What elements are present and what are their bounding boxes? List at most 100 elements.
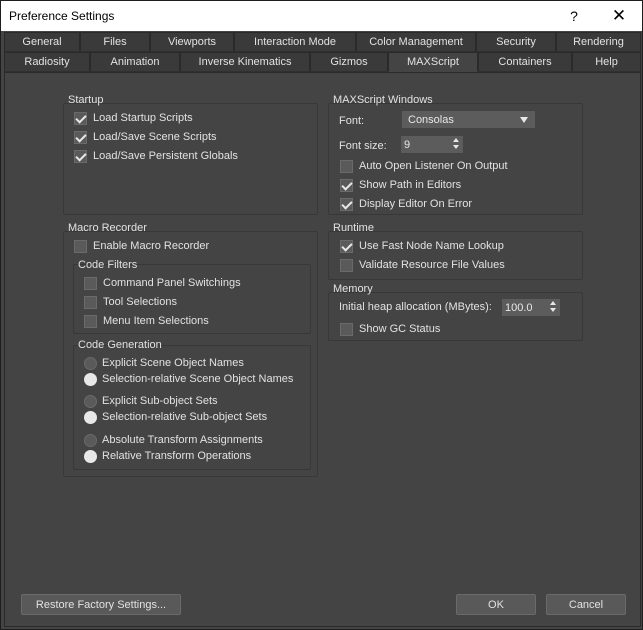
checkbox-label: Load Startup Scripts <box>93 112 193 124</box>
load-save-scene-scripts-checkbox[interactable]: Load/Save Scene Scripts <box>74 129 217 145</box>
radio-label: Relative Transform Operations <box>102 450 252 462</box>
load-save-persistent-globals-checkbox[interactable]: Load/Save Persistent Globals <box>74 148 238 164</box>
tab-general[interactable]: General <box>4 32 80 52</box>
checkbox-label: Command Panel Switchings <box>103 277 241 289</box>
display-editor-on-error-checkbox[interactable]: Display Editor On Error <box>340 196 472 212</box>
selection-relative-sub-object-sets-radio[interactable]: Selection-relative Sub-object Sets <box>84 409 267 425</box>
spinner-arrows-icon[interactable] <box>453 138 461 151</box>
radio-dot <box>84 356 97 370</box>
radio-dot <box>84 433 97 447</box>
font-dropdown-value: Consolas <box>408 113 454 126</box>
code-generation-title: Code Generation <box>78 339 162 351</box>
tab-radiosity[interactable]: Radiosity <box>4 52 90 72</box>
checkbox-label: Use Fast Node Name Lookup <box>359 240 504 252</box>
tab-maxscript[interactable]: MAXScript <box>388 52 478 72</box>
checkbox-label: Show Path in Editors <box>359 179 462 191</box>
checkbox-box <box>340 159 353 173</box>
tab-security[interactable]: Security <box>476 32 556 52</box>
tab-rendering[interactable]: Rendering <box>556 32 641 52</box>
command-panel-switchings-checkbox[interactable]: Command Panel Switchings <box>84 275 241 291</box>
tab-viewports[interactable]: Viewports <box>150 32 234 52</box>
memory-title: Memory <box>333 283 373 295</box>
radio-label: Selection-relative Sub-object Sets <box>102 411 268 423</box>
font-size-spinner[interactable]: 9 <box>401 136 463 153</box>
heap-allocation-spinner[interactable]: 100.0 <box>502 299 560 316</box>
menu-item-selections-checkbox[interactable]: Menu Item Selections <box>84 313 209 329</box>
code-filters-title: Code Filters <box>78 259 138 271</box>
selection-relative-scene-object-names-radio[interactable]: Selection-relative Scene Object Names <box>84 371 293 387</box>
tab-row-2: Radiosity Animation Inverse Kinematics G… <box>4 52 641 72</box>
checkbox-box <box>340 239 353 253</box>
window-title: Preference Settings <box>9 9 115 23</box>
checkbox-box <box>84 276 97 290</box>
checkbox-box <box>74 130 87 144</box>
checkbox-box <box>74 149 87 163</box>
checkbox-box <box>340 322 353 336</box>
checkbox-label: Show GC Status <box>359 323 441 335</box>
checkbox-box <box>340 197 353 211</box>
spinner-arrows-icon[interactable] <box>550 301 558 314</box>
tab-gizmos[interactable]: Gizmos <box>310 52 388 72</box>
use-fast-node-name-lookup-checkbox[interactable]: Use Fast Node Name Lookup <box>340 238 504 254</box>
checkbox-box <box>340 258 353 272</box>
maxscript-windows-title: MAXScript Windows <box>333 94 433 106</box>
tab-color-management[interactable]: Color Management <box>356 32 476 52</box>
tab-help[interactable]: Help <box>572 52 641 72</box>
startup-title: Startup <box>68 94 104 106</box>
font-size-label: Font size: <box>339 140 387 152</box>
enable-macro-recorder-checkbox[interactable]: Enable Macro Recorder <box>74 238 209 254</box>
auto-open-listener-checkbox[interactable]: Auto Open Listener On Output <box>340 158 508 174</box>
checkbox-label: Menu Item Selections <box>103 315 209 327</box>
tab-interaction-mode[interactable]: Interaction Mode <box>234 32 356 52</box>
title-bar: Preference Settings ? ✕ <box>1 1 642 31</box>
checkbox-box <box>84 314 97 328</box>
chevron-down-icon <box>520 117 528 123</box>
checkbox-box <box>340 178 353 192</box>
checkbox-label: Load/Save Persistent Globals <box>93 150 238 162</box>
tab-row-1: General Files Viewports Interaction Mode… <box>4 32 641 52</box>
checkbox-box <box>74 239 87 253</box>
tab-files[interactable]: Files <box>80 32 150 52</box>
explicit-sub-object-sets-radio[interactable]: Explicit Sub-object Sets <box>84 393 218 409</box>
font-size-value: 9 <box>404 138 411 151</box>
radio-label: Explicit Sub-object Sets <box>102 395 218 407</box>
checkbox-label: Load/Save Scene Scripts <box>93 131 217 143</box>
checkbox-label: Validate Resource File Values <box>359 259 505 271</box>
preference-settings-dialog: Preference Settings ? ✕ General Files Vi… <box>0 0 643 630</box>
heap-allocation-value: 100.0 <box>505 301 533 314</box>
relative-transform-operations-radio[interactable]: Relative Transform Operations <box>84 448 251 464</box>
radio-label: Absolute Transform Assignments <box>102 434 263 446</box>
checkbox-box <box>84 295 97 309</box>
close-icon[interactable]: ✕ <box>596 1 642 31</box>
validate-resource-file-values-checkbox[interactable]: Validate Resource File Values <box>340 257 505 273</box>
cancel-button[interactable]: Cancel <box>546 594 626 615</box>
radio-dot <box>84 410 97 424</box>
show-path-in-editors-checkbox[interactable]: Show Path in Editors <box>340 177 461 193</box>
checkbox-label: Enable Macro Recorder <box>93 240 210 252</box>
maxscript-panel: Startup Load Startup Scripts Load/Save S… <box>4 72 641 627</box>
radio-dot <box>84 372 97 386</box>
macro-recorder-title: Macro Recorder <box>68 222 147 234</box>
ok-button[interactable]: OK <box>456 594 536 615</box>
load-startup-scripts-checkbox[interactable]: Load Startup Scripts <box>74 110 193 126</box>
tab-containers[interactable]: Containers <box>478 52 572 72</box>
help-icon[interactable]: ? <box>551 1 597 31</box>
radio-label: Explicit Scene Object Names <box>102 357 244 369</box>
checkbox-label: Tool Selections <box>103 296 177 308</box>
heap-allocation-label: Initial heap allocation (MBytes): <box>339 301 492 313</box>
tool-selections-checkbox[interactable]: Tool Selections <box>84 294 177 310</box>
checkbox-label: Display Editor On Error <box>359 198 473 210</box>
font-dropdown[interactable]: Consolas <box>402 111 535 128</box>
font-label: Font: <box>339 115 365 127</box>
explicit-scene-object-names-radio[interactable]: Explicit Scene Object Names <box>84 355 244 371</box>
radio-label: Selection-relative Scene Object Names <box>102 373 294 385</box>
tab-animation[interactable]: Animation <box>90 52 180 72</box>
tab-inverse-kinematics[interactable]: Inverse Kinematics <box>180 52 310 72</box>
absolute-transform-assignments-radio[interactable]: Absolute Transform Assignments <box>84 432 263 448</box>
show-gc-status-checkbox[interactable]: Show GC Status <box>340 321 440 337</box>
restore-factory-settings-button[interactable]: Restore Factory Settings... <box>21 594 181 615</box>
radio-dot <box>84 394 97 408</box>
radio-dot <box>84 449 97 463</box>
checkbox-box <box>74 111 87 125</box>
runtime-title: Runtime <box>333 222 374 234</box>
